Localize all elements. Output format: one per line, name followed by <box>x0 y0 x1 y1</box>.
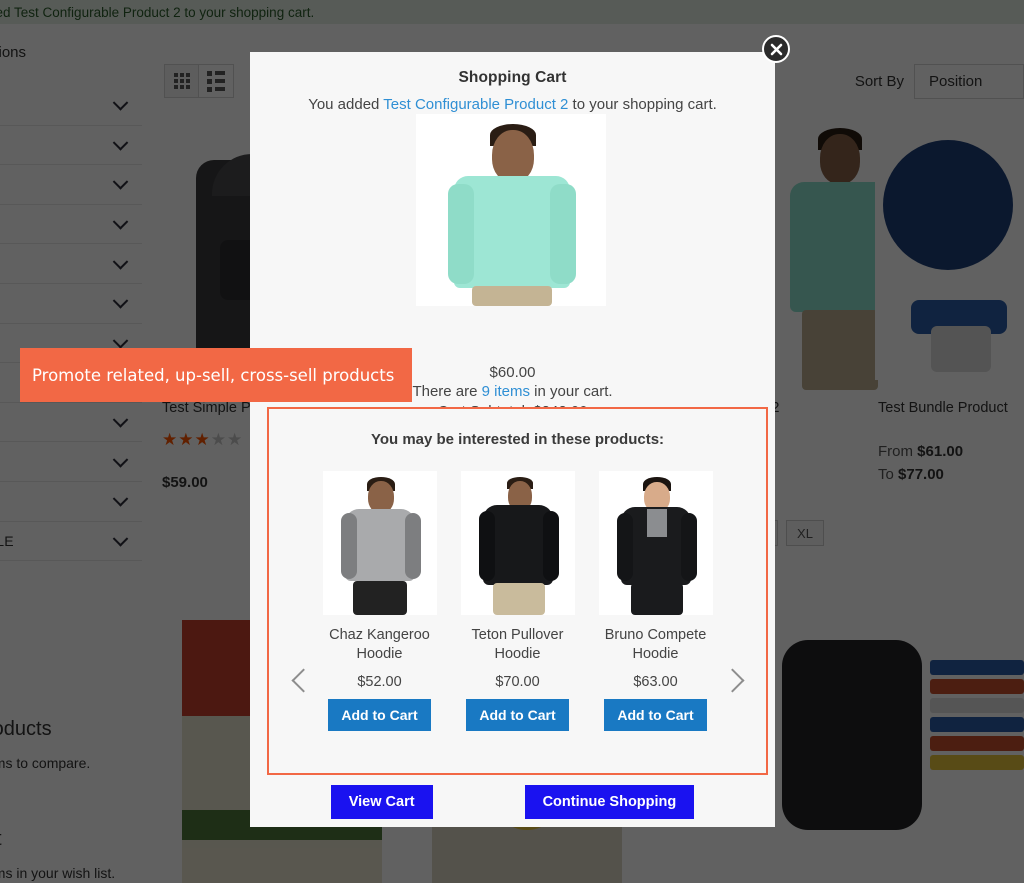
crosssell-product-image[interactable] <box>460 471 575 615</box>
close-icon[interactable] <box>762 35 790 63</box>
close-glyph <box>770 43 782 55</box>
crosssell-product-price: $70.00 <box>495 673 540 690</box>
add-to-cart-button[interactable]: Add to Cart <box>604 698 707 731</box>
subtitle-suffix: to your shopping cart. <box>568 96 717 113</box>
items-suffix: in your cart. <box>530 383 613 400</box>
crosssell-product-image[interactable] <box>598 471 713 615</box>
crosssell-product-name[interactable]: Chaz Kangeroo Hoodie <box>323 626 437 665</box>
added-product-link[interactable]: Test Configurable Product 2 <box>383 96 568 113</box>
crosssell-item[interactable]: Chaz Kangeroo Hoodie $52.00 Add to Cart <box>322 471 437 731</box>
shopping-cart-modal: Shopping Cart You added Test Configurabl… <box>250 52 775 827</box>
crosssell-product-price: $52.00 <box>357 673 402 690</box>
crosssell-section: You may be interested in these products:… <box>267 407 768 775</box>
items-prefix: There are <box>412 383 482 400</box>
added-product-image <box>416 114 606 306</box>
crosssell-product-price: $63.00 <box>633 673 678 690</box>
view-cart-button[interactable]: View Cart <box>330 785 433 819</box>
crosssell-item[interactable]: Bruno Compete Hoodie $63.00 Add to Cart <box>598 471 713 731</box>
annotation-callout: Promote related, up-sell, cross-sell pro… <box>20 348 412 402</box>
crosssell-product-name[interactable]: Bruno Compete Hoodie <box>599 626 713 665</box>
chevron-right-icon[interactable] <box>720 664 748 704</box>
crosssell-product-image[interactable] <box>322 471 437 615</box>
continue-shopping-button[interactable]: Continue Shopping <box>524 785 695 819</box>
modal-title: Shopping Cart <box>458 69 567 86</box>
add-to-cart-button[interactable]: Add to Cart <box>466 698 569 731</box>
modal-action-buttons: View Cart Continue Shopping <box>250 785 775 819</box>
crosssell-item[interactable]: Teton Pullover Hoodie $70.00 Add to Cart <box>460 471 575 731</box>
annotation-callout-text: Promote related, up-sell, cross-sell pro… <box>32 365 395 385</box>
subtitle-prefix: You added <box>308 96 384 113</box>
crosssell-product-name[interactable]: Teton Pullover Hoodie <box>461 626 575 665</box>
chevron-left-icon[interactable] <box>291 664 317 704</box>
add-to-cart-button[interactable]: Add to Cart <box>328 698 431 731</box>
modal-subtitle: You added Test Configurable Product 2 to… <box>250 96 775 113</box>
crosssell-items: Chaz Kangeroo Hoodie $52.00 Add to Cart … <box>269 471 766 731</box>
crosssell-title: You may be interested in these products: <box>370 431 665 448</box>
cart-items-link[interactable]: 9 items <box>482 383 530 400</box>
